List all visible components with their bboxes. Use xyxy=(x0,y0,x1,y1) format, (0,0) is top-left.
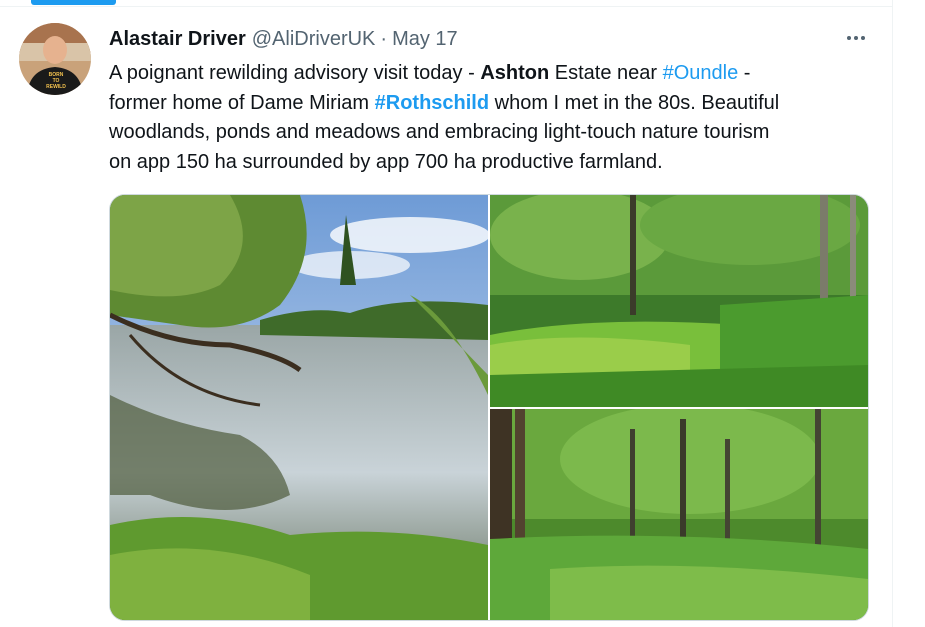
tweet-text-segment: - xyxy=(738,62,751,84)
more-options-button[interactable] xyxy=(841,28,871,48)
hashtag-link[interactable]: #Oundle xyxy=(663,62,739,84)
more-horizontal-icon xyxy=(847,36,865,40)
tweet-text-segment: A poignant rewilding advisory visit toda… xyxy=(109,62,481,84)
tweet-text-segment: on app 150 ha surrounded by app 700 ha p… xyxy=(109,150,663,173)
tab-indicator xyxy=(31,0,116,5)
avatar-shirt-text: BORN TO REWILD xyxy=(46,72,66,90)
bold-text: Ashton xyxy=(480,62,550,84)
tweet-text-segment: whom I met in the 80s. Beautiful xyxy=(489,91,780,114)
tweet-text-line: on app 150 ha surrounded by app 700 ha p… xyxy=(109,148,889,178)
photo-duckweed-pond[interactable] xyxy=(490,195,868,407)
tweet-date[interactable]: May 17 xyxy=(392,28,458,51)
photo-lake-reflection[interactable] xyxy=(110,195,488,620)
tweet-text-line: A poignant rewilding advisory visit toda… xyxy=(109,59,889,89)
photo-woodland-meadow[interactable] xyxy=(490,409,868,620)
author-handle[interactable]: @AliDriverUK xyxy=(252,28,376,51)
tweet-text-segment: Estate near xyxy=(549,62,663,84)
hashtag-link[interactable]: #Rothschild xyxy=(375,92,489,114)
column-border xyxy=(892,0,893,627)
tweet-text-line: woodlands, ponds and meadows and embraci… xyxy=(109,118,889,148)
tweet-text-segment: woodlands, ponds and meadows and embraci… xyxy=(109,121,770,143)
author-name[interactable]: Alastair Driver xyxy=(109,28,246,51)
tweet-header: Alastair Driver @AliDriverUK · May 17 xyxy=(109,26,458,52)
tweet-text-line: former home of Dame Miriam #Rothschild w… xyxy=(109,89,889,119)
top-divider xyxy=(0,6,892,7)
avatar[interactable]: BORN TO REWILD xyxy=(19,23,91,95)
tweet-text-segment: former home of Dame Miriam xyxy=(109,91,375,114)
media-grid xyxy=(109,194,869,621)
separator: · xyxy=(380,27,388,50)
tweet-text: A poignant rewilding advisory visit toda… xyxy=(109,59,889,177)
